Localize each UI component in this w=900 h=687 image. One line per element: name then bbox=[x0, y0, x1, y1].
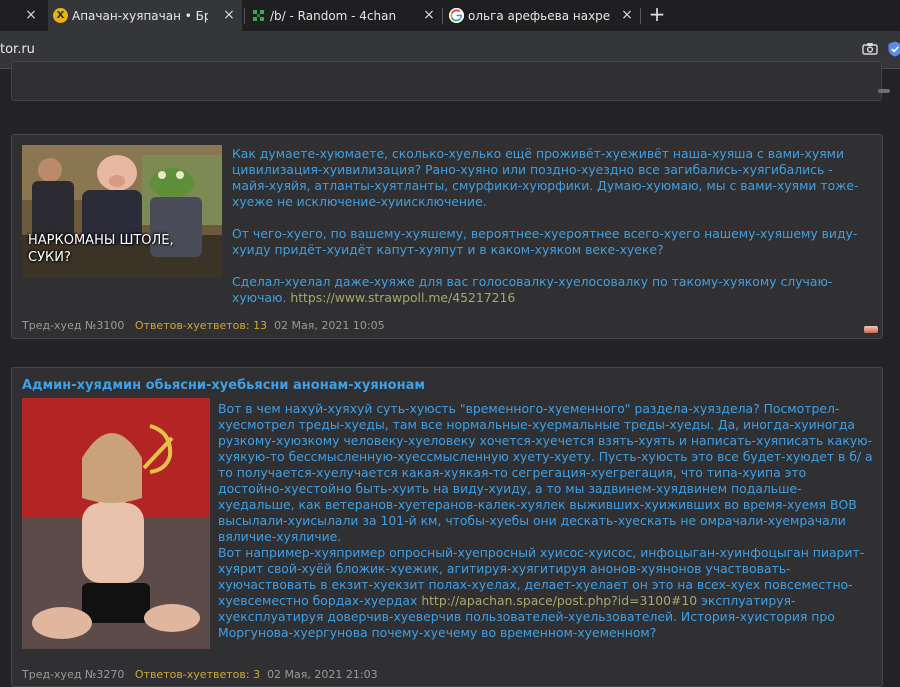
post: НАРКОМАНЫ ШТОЛЕ, СУКИ? Как думаете-хуюма… bbox=[11, 134, 883, 339]
post-paragraph: Вот в чем нахуй-хуяхуй суть-хуюсть "врем… bbox=[218, 401, 873, 544]
post-footer: Тред-хуед №3100 Ответов-хуетветов: 13 02… bbox=[22, 319, 385, 332]
poll-link[interactable]: https://www.strawpoll.me/45217216 bbox=[290, 290, 515, 305]
tab-title: Апачан-хуяпачан • Бред-х bbox=[72, 8, 208, 23]
tab-title: ольга арефьева нахрена н bbox=[468, 8, 610, 23]
replies-count[interactable]: 3 bbox=[253, 668, 260, 681]
post-paragraph: Вот например-хуяпример опросный-хуепросн… bbox=[218, 545, 865, 640]
url-text[interactable]: tor.ru bbox=[0, 42, 35, 57]
close-icon[interactable]: × bbox=[24, 8, 38, 22]
thread-number[interactable]: Тред-хуед №3270 bbox=[22, 668, 124, 681]
camera-icon[interactable] bbox=[862, 42, 878, 55]
x-icon: X bbox=[53, 8, 68, 23]
shield-check-icon[interactable] bbox=[888, 41, 900, 57]
tab-separator bbox=[244, 8, 245, 24]
close-icon[interactable]: × bbox=[620, 8, 634, 22]
post: Админ-хуядмин обьясни-хуебьясни анонам-х… bbox=[11, 367, 883, 687]
photo-illustration bbox=[22, 398, 210, 649]
replies-label[interactable]: Ответов-хуетветов: bbox=[135, 319, 250, 332]
tab-title: /b/ - Random - 4chan bbox=[270, 8, 397, 23]
report-icon[interactable] bbox=[864, 326, 878, 333]
post-paragraph: Сделал-хуелал даже-хуяже для вас голосов… bbox=[232, 274, 833, 305]
meme-caption: НАРКОМАНЫ ШТОЛЕ, СУКИ? bbox=[28, 233, 174, 265]
replies-count[interactable]: 13 bbox=[253, 319, 267, 332]
apachan-link[interactable]: http://apachan.space/post.php?id=3100#10 bbox=[421, 593, 697, 608]
tab-4chan[interactable]: /b/ - Random - 4chan × bbox=[246, 0, 442, 31]
tab-google[interactable]: ольга арефьева нахрена н × bbox=[444, 0, 640, 31]
post-image[interactable]: НАРКОМАНЫ ШТОЛЕ, СУКИ? bbox=[22, 145, 222, 278]
post-footer: Тред-хуед №3270 Ответов-хуетветов: 3 02 … bbox=[22, 668, 378, 681]
post-date: 02 Мая, 2021 21:03 bbox=[267, 668, 378, 681]
post-body: Как думаете-хуюмаете, сколько-хуелько ещ… bbox=[232, 146, 872, 306]
page-content: НАРКОМАНЫ ШТОЛЕ, СУКИ? Как думаете-хуюма… bbox=[0, 61, 900, 687]
new-tab-button[interactable]: + bbox=[646, 4, 668, 26]
tab-apachan[interactable]: X Апачан-хуяпачан • Бред-х × bbox=[48, 0, 242, 31]
post-body: Вот в чем нахуй-хуяхуй суть-хуюсть "врем… bbox=[218, 401, 873, 641]
replies-label[interactable]: Ответов-хуетветов: bbox=[135, 668, 250, 681]
post-paragraph: От чего-хуего, по вашему-хуяшему, вероят… bbox=[232, 226, 858, 257]
google-icon bbox=[449, 8, 464, 23]
previous-post-block bbox=[11, 61, 890, 101]
tab-separator bbox=[640, 8, 641, 24]
close-icon[interactable]: × bbox=[422, 8, 436, 22]
post-paragraph: Как думаете-хуюмаете, сколько-хуелько ещ… bbox=[232, 146, 859, 209]
post-image[interactable] bbox=[22, 398, 210, 649]
post-title[interactable]: Админ-хуядмин обьясни-хуебьясни анонам-х… bbox=[22, 378, 425, 393]
post-date: 02 Мая, 2021 10:05 bbox=[274, 319, 385, 332]
thread-number[interactable]: Тред-хуед №3100 bbox=[22, 319, 124, 332]
tab-separator bbox=[442, 8, 443, 24]
post-scroll-indicator bbox=[878, 89, 890, 93]
4chan-clover-icon bbox=[251, 8, 266, 23]
tab-bar: × X Апачан-хуяпачан • Бред-х × /b/ - Ran… bbox=[0, 0, 900, 31]
tab-previous[interactable]: × bbox=[0, 0, 48, 31]
close-icon[interactable]: × bbox=[222, 8, 236, 22]
